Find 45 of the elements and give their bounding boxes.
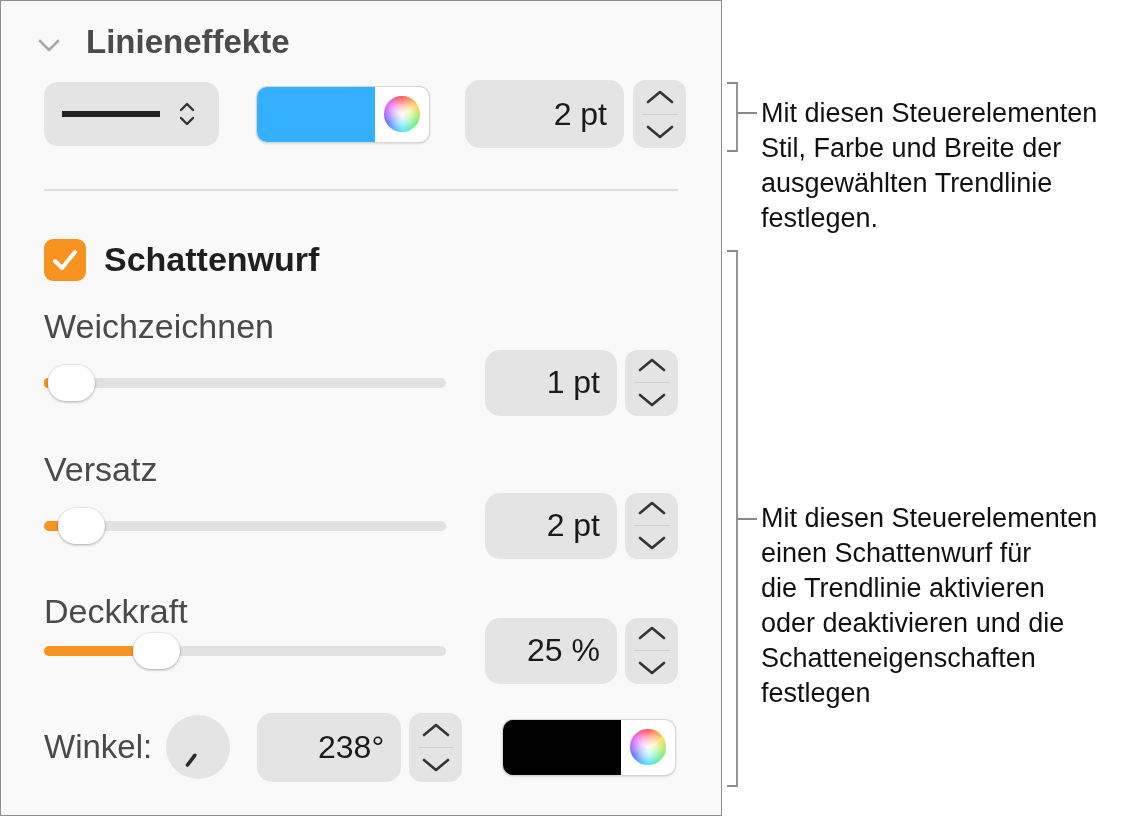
chevron-down-icon bbox=[636, 392, 667, 408]
width-field[interactable]: 2 pt bbox=[465, 80, 624, 148]
chevron-up-icon bbox=[636, 625, 667, 641]
stepper[interactable] bbox=[625, 349, 678, 416]
chevron-up-icon bbox=[420, 721, 451, 738]
stepper[interactable] bbox=[633, 80, 686, 148]
line-sample-icon bbox=[62, 111, 160, 117]
chevron-down-icon bbox=[636, 535, 667, 551]
stepper[interactable] bbox=[625, 617, 678, 684]
chevron-up-icon bbox=[636, 500, 667, 516]
slider-thumb[interactable] bbox=[132, 632, 180, 669]
angle-dial[interactable] bbox=[166, 715, 231, 779]
value-field[interactable]: 25 % bbox=[485, 617, 617, 684]
chevron-up-icon bbox=[644, 88, 675, 105]
slider-label: Weichzeichnen bbox=[44, 310, 274, 341]
chevron-down-icon bbox=[644, 123, 675, 140]
chevron-icon[interactable] bbox=[38, 38, 60, 52]
line-style-popup[interactable] bbox=[44, 82, 219, 146]
stepper[interactable] bbox=[409, 712, 463, 782]
slider-thumb[interactable] bbox=[47, 364, 95, 401]
angle-field[interactable]: 238° bbox=[257, 712, 402, 782]
checkbox[interactable] bbox=[44, 238, 86, 281]
chevron-down-icon bbox=[636, 660, 667, 676]
checkmark-icon bbox=[51, 247, 79, 272]
section-title: Linieneffekte bbox=[86, 23, 290, 61]
chevron-up-down-icon bbox=[178, 100, 196, 128]
angle-label: Winkel: bbox=[44, 728, 153, 766]
slider-label: Versatz bbox=[44, 453, 158, 484]
value-field[interactable]: 2 pt bbox=[485, 492, 617, 559]
color-well[interactable] bbox=[257, 86, 429, 142]
chevron-up-icon bbox=[636, 357, 667, 373]
color-wheel-icon bbox=[630, 729, 667, 765]
stepper[interactable] bbox=[625, 492, 678, 559]
color-wheel-icon bbox=[384, 96, 420, 132]
checkbox-label: Schattenwurf bbox=[104, 240, 320, 279]
color-well[interactable] bbox=[503, 719, 676, 775]
callout-bracket bbox=[727, 82, 757, 152]
slider-thumb[interactable] bbox=[58, 507, 106, 544]
chevron-down-icon bbox=[420, 756, 451, 773]
value-field[interactable]: 1 pt bbox=[485, 349, 617, 416]
callout-text: Mit diesen Steuerelementen einen Schattenwurf für die Trendlinie aktivieren oder deaktivieren und die Schatteneigenschaften festlegen bbox=[761, 502, 1098, 710]
slider-fill bbox=[44, 377, 48, 388]
callout-text: Mit diesen Steuerelementen Stil, Farbe und Breite der ausgewählten Trendlinie festlegen. bbox=[761, 96, 1098, 235]
slider-fill bbox=[44, 520, 59, 531]
slider-label: Deckkraft bbox=[44, 595, 188, 626]
